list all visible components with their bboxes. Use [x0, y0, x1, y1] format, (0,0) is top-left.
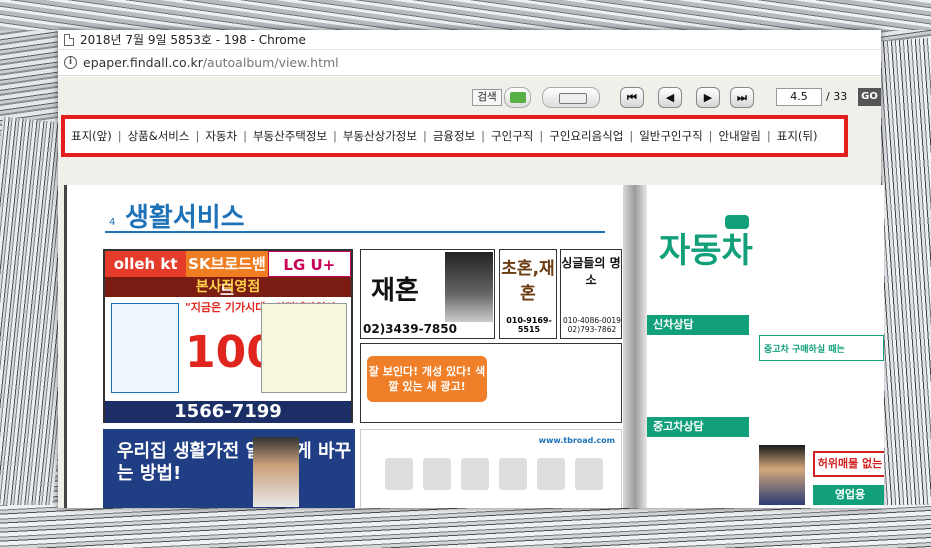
- background-newspapers-top: [0, 0, 931, 30]
- page-gutter: [623, 185, 647, 508]
- category-notices[interactable]: 안내알림: [719, 128, 761, 144]
- left-page[interactable]: 4 생활서비스 olleh kt SK브로드밴드 LG U+ 본사직영점 "지금…: [75, 185, 623, 508]
- brand-olleh: olleh kt: [105, 251, 187, 277]
- newspaper-spread[interactable]: 4 생활서비스 olleh kt SK브로드밴드 LG U+ 본사직영점 "지금…: [64, 185, 884, 508]
- ad-internet-body: "지금은 기가시대" 인터넷가입시 100: [105, 297, 351, 401]
- product-image: [423, 458, 451, 490]
- hq-label: 본사직영점: [105, 277, 351, 297]
- ad-chohon[interactable]: 초혼,재혼 010-9169-5515: [499, 249, 557, 339]
- category-automobile[interactable]: 자동차: [205, 128, 237, 144]
- ad-promo[interactable]: 잘 보인다! 개성 있다! 색깔 있는 새 광고!: [360, 343, 622, 423]
- ad-internet[interactable]: olleh kt SK브로드밴드 LG U+ 본사직영점 "지금은 기가시대" …: [103, 249, 353, 423]
- print-icon[interactable]: [542, 87, 600, 108]
- url-path: /autoalbum/view.html: [202, 55, 339, 70]
- ad-appliance[interactable]: 우리집 생활가전 알뜰하게 바꾸는 방법!: [103, 429, 355, 508]
- left-page-heading: 생활서비스: [125, 203, 245, 233]
- dealer-photo: [759, 445, 805, 505]
- ad-remarriage-title: 재혼: [371, 276, 419, 306]
- first-page-button[interactable]: ⏮: [620, 87, 644, 108]
- category-back-cover[interactable]: 표지(뒤): [777, 128, 818, 144]
- right-page-heading: 자동차: [659, 231, 753, 271]
- go-button[interactable]: GO: [858, 88, 881, 106]
- ad-appliance-url: www.tbroad.com: [538, 436, 615, 445]
- ad-promo-slogan: 잘 보인다! 개성 있다! 색깔 있는 새 광고!: [367, 356, 487, 402]
- prev-page-button[interactable]: ◀: [658, 87, 682, 108]
- ad-single-phone-2: 02)793-7862: [567, 325, 617, 334]
- browser-window: 2018년 7월 9일 5853호 - 198 - Chrome i epape…: [58, 30, 884, 508]
- background-newspapers-bottom: [0, 505, 931, 548]
- badge-commercial: 영업용: [813, 485, 884, 505]
- ad-appliance-products[interactable]: www.tbroad.com: [360, 429, 622, 508]
- ad-chohon-title: 초혼,재혼: [501, 259, 555, 304]
- ad-remarriage-photo: [445, 252, 493, 322]
- category-real-estate-commercial[interactable]: 부동산상가정보: [343, 128, 417, 144]
- ad-remarriage[interactable]: 재혼 02)3439-7850: [360, 249, 495, 339]
- window-titlebar: 2018년 7월 9일 5853호 - 198 - Chrome: [58, 30, 881, 50]
- badge-no-fake-listings: 허위매물 없는: [813, 451, 884, 477]
- brand-row: olleh kt SK브로드밴드 LG U+: [105, 251, 351, 299]
- ad-notice-box: [261, 303, 347, 393]
- window-title: 2018년 7월 9일 5853호 - 198 - Chrome: [80, 33, 306, 47]
- category-jobs-general[interactable]: 일반구인구직: [639, 128, 702, 144]
- epaper-viewer: 검색 ⏮ ◀ ▶ ⏭ 4.5 / 33 GO 표지(앞) | 상품&서비스 | 자동…: [58, 77, 884, 508]
- ad-chohon-phone: 010-9169-5515: [506, 316, 552, 334]
- section-new-car: 신차상담: [647, 315, 749, 335]
- left-page-subcategories: [105, 231, 605, 233]
- ad-benefit-box: [111, 303, 179, 393]
- section-used-car: 중고차상담: [647, 417, 749, 437]
- page-number: 4: [109, 217, 116, 228]
- next-page-button[interactable]: ▶: [696, 87, 720, 108]
- category-jobs-food[interactable]: 구인요리음식업: [549, 128, 623, 144]
- last-page-button[interactable]: ⏭: [730, 87, 754, 108]
- ad-appliance-text: 우리집 생활가전 알뜰하게 바꾸는 방법!: [117, 441, 352, 484]
- search-button[interactable]: 검색: [472, 89, 502, 106]
- ad-single-phone-1: 010-4086-0019: [563, 316, 621, 325]
- category-nav: 표지(앞) | 상품&서비스 | 자동차 | 부동산주택정보 | 부동산상가정보 | 금융…: [61, 115, 848, 157]
- product-image: [461, 458, 489, 490]
- used-car-banner: 중고차 구매하실 때는: [759, 335, 884, 361]
- ad-single-title: 싱글들의 명소: [561, 256, 621, 287]
- page-total: / 33: [826, 90, 848, 103]
- category-jobs[interactable]: 구인구직: [491, 128, 533, 144]
- brand-lg: LG U+: [267, 251, 351, 277]
- ad-remarriage-phone: 02)3439-7850: [363, 322, 457, 336]
- product-image: [537, 458, 565, 490]
- ad-single[interactable]: 싱글들의 명소 010-4086-0019 02)793-7862: [560, 249, 622, 339]
- brand-sk: SK브로드밴드: [186, 251, 268, 299]
- product-image: [575, 458, 603, 490]
- product-image: [385, 458, 413, 490]
- ad-internet-phone: 1566-7199: [105, 401, 351, 423]
- category-finance[interactable]: 금융정보: [433, 128, 475, 144]
- email-icon[interactable]: [504, 87, 531, 108]
- address-bar[interactable]: i epaper.findall.co.kr/autoalbum/view.ht…: [58, 50, 881, 76]
- url-host: epaper.findall.co.kr: [83, 55, 203, 70]
- page-number-input[interactable]: 4.5: [776, 88, 822, 106]
- category-goods-services[interactable]: 상품&서비스: [128, 128, 190, 144]
- product-image: [499, 458, 527, 490]
- ad-single-phone: 010-4086-0019 02)793-7862: [563, 316, 621, 334]
- category-front-cover[interactable]: 표지(앞): [71, 128, 112, 144]
- info-icon[interactable]: i: [64, 56, 77, 69]
- page-icon: [64, 33, 74, 46]
- category-real-estate-housing[interactable]: 부동산주택정보: [253, 128, 327, 144]
- viewer-toolbar: 검색 ⏮ ◀ ▶ ⏭ 4.5 / 33 GO: [58, 87, 881, 109]
- right-page[interactable]: 자동차 신차상담 중고차상담 중고차 구매하실 때는 허위매물 없는 영업용: [647, 185, 884, 508]
- ad-appliance-photo: [253, 437, 299, 507]
